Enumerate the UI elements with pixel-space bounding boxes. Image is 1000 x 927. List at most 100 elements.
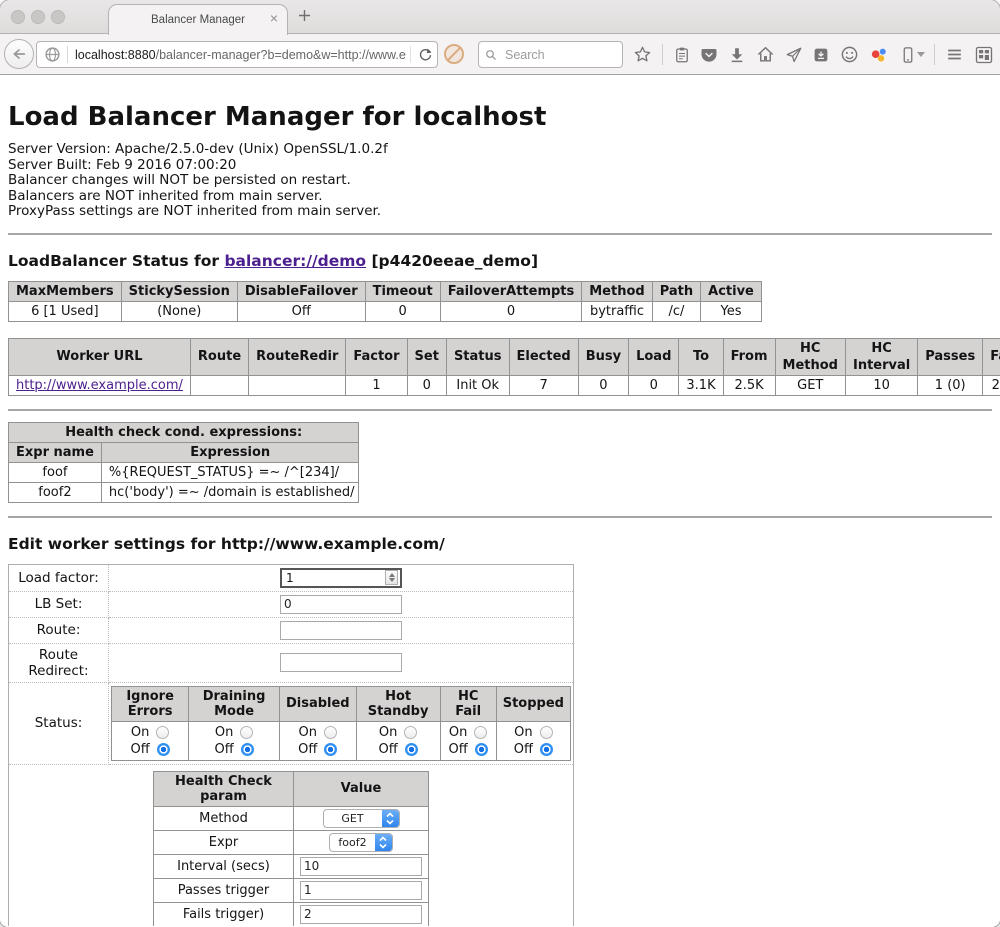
download-panel-button[interactable]: [812, 46, 830, 64]
expr-table-title: Health check cond. expressions:: [9, 422, 359, 442]
cell: 1 (0): [918, 375, 983, 395]
route-redirect-input[interactable]: [280, 653, 402, 672]
status-column-header: HC Fail: [440, 686, 496, 721]
expr-name-cell: foof2: [9, 482, 102, 502]
worker-url-link[interactable]: http://www.example.com/: [16, 378, 183, 393]
cell: 2 (0): [983, 375, 1000, 395]
column-header: Factor: [346, 338, 407, 375]
url-bar[interactable]: localhost:8880/balancer-manager?b=demo&w…: [36, 41, 438, 68]
cell: 1: [346, 375, 407, 395]
status-radio-cell: OnOff: [496, 721, 570, 760]
fails-trigger-input[interactable]: [300, 905, 422, 924]
column-header: Path: [652, 281, 700, 301]
plus-icon: [298, 9, 311, 22]
table-row: 6 [1 Used](None)Off00bytraffic/c/Yes: [9, 301, 762, 321]
route-input[interactable]: [280, 621, 402, 640]
select-stepper-icon: [382, 810, 399, 827]
column-header: Timeout: [365, 281, 440, 301]
cell: 0: [365, 301, 440, 321]
home-button[interactable]: [756, 45, 775, 64]
radio-label: Off: [449, 742, 468, 757]
download-square-icon: [812, 46, 830, 64]
tab-groups-button[interactable]: [974, 45, 994, 65]
load-factor-input[interactable]: 1: [280, 568, 402, 588]
navigation-toolbar: localhost:8880/balancer-manager?b=demo&w…: [0, 34, 1000, 75]
radio-line: Off: [195, 741, 273, 758]
column-header: FailoverAttempts: [440, 281, 582, 301]
back-button[interactable]: [4, 39, 34, 69]
heading-suffix: [p4420eeae_demo]: [366, 252, 538, 270]
status-stopped-on-radio[interactable]: [540, 726, 553, 739]
hello-button[interactable]: [869, 45, 889, 65]
cell: Off: [237, 301, 365, 321]
status-stopped-off-radio[interactable]: [540, 743, 553, 756]
balancer-status-table: MaxMembersStickySessionDisableFailoverTi…: [8, 281, 762, 322]
number-spinner-icon[interactable]: [385, 570, 398, 585]
status-hc-fail-off-radio[interactable]: [475, 743, 488, 756]
cell: /c/: [652, 301, 700, 321]
cell: 2.5K: [723, 375, 775, 395]
table-header-row: MaxMembersStickySessionDisableFailoverTi…: [9, 281, 762, 301]
radio-label: Off: [379, 742, 398, 757]
expr-select[interactable]: foof2: [329, 833, 392, 852]
edit-worker-form: Load factor: 1 LB Set: Route:: [8, 564, 574, 927]
status-draining-mode-on-radio[interactable]: [240, 726, 253, 739]
fails-trigger-label: Fails trigger): [154, 902, 294, 926]
column-header: Expr name: [9, 442, 102, 462]
radio-line: Off: [118, 741, 182, 758]
grid-icon: [974, 45, 994, 65]
device-sync-button[interactable]: [899, 46, 925, 64]
route-redirect-label: Route Redirect:: [9, 643, 109, 682]
interval-input[interactable]: [300, 857, 422, 876]
cell: http://www.example.com/: [9, 375, 191, 395]
status-column-header: Draining Mode: [189, 686, 280, 721]
status-hc-fail-on-radio[interactable]: [474, 726, 487, 739]
browser-window: Balancer Manager × localhost:8880/balanc…: [0, 0, 1000, 927]
cell: 10: [845, 375, 917, 395]
column-header: Load: [629, 338, 679, 375]
lb-set-input[interactable]: [280, 595, 402, 614]
downloads-button[interactable]: [728, 46, 746, 64]
form-row: LB Set:: [9, 591, 574, 617]
feedback-button[interactable]: [840, 45, 859, 64]
interval-label: Interval (secs): [154, 854, 294, 878]
table-row: OnOffOnOffOnOffOnOffOnOffOnOff: [112, 721, 571, 760]
cell: GET: [775, 375, 845, 395]
status-hot-standby-on-radio[interactable]: [404, 726, 417, 739]
status-draining-mode-off-radio[interactable]: [241, 743, 254, 756]
table-row: foof2hc('body') =~ /domain is establishe…: [9, 482, 359, 502]
tab-close-icon[interactable]: ×: [270, 11, 278, 25]
server-info-line: Server Version: Apache/2.5.0-dev (Unix) …: [8, 142, 992, 158]
column-header: From: [723, 338, 775, 375]
reload-button[interactable]: [410, 46, 433, 63]
tab-balancer-manager[interactable]: Balancer Manager ×: [108, 4, 288, 35]
hc-value-header: Value: [294, 771, 429, 806]
pocket-button[interactable]: [700, 46, 718, 64]
share-button[interactable]: [785, 46, 803, 64]
health-check-expressions-table: Health check cond. expressions: Expr nam…: [8, 422, 359, 503]
toolbar-icons: [633, 41, 994, 68]
passes-trigger-input[interactable]: [300, 881, 422, 900]
window-close-button[interactable]: [11, 10, 25, 24]
method-select[interactable]: GET: [323, 809, 400, 828]
search-input[interactable]: [503, 47, 616, 63]
divider: [8, 516, 992, 518]
status-disabled-off-radio[interactable]: [324, 743, 337, 756]
plugin-blocked-icon[interactable]: [444, 44, 464, 64]
window-zoom-button[interactable]: [51, 10, 65, 24]
search-bar[interactable]: [478, 41, 623, 68]
table-header-row: Health Check param Value: [154, 771, 429, 806]
divider: [8, 233, 992, 235]
reading-list-button[interactable]: [673, 46, 691, 64]
back-arrow-icon: [11, 46, 27, 62]
status-ignore-errors-on-radio[interactable]: [156, 726, 169, 739]
bookmark-star-button[interactable]: [633, 45, 652, 64]
status-hot-standby-off-radio[interactable]: [405, 743, 418, 756]
new-tab-button[interactable]: [298, 9, 311, 22]
status-ignore-errors-off-radio[interactable]: [157, 743, 170, 756]
column-header: StickySession: [121, 281, 237, 301]
balancer-demo-link[interactable]: balancer://demo: [224, 252, 366, 270]
status-disabled-on-radio[interactable]: [324, 726, 337, 739]
window-minimize-button[interactable]: [31, 10, 45, 24]
menu-button[interactable]: [945, 45, 964, 64]
